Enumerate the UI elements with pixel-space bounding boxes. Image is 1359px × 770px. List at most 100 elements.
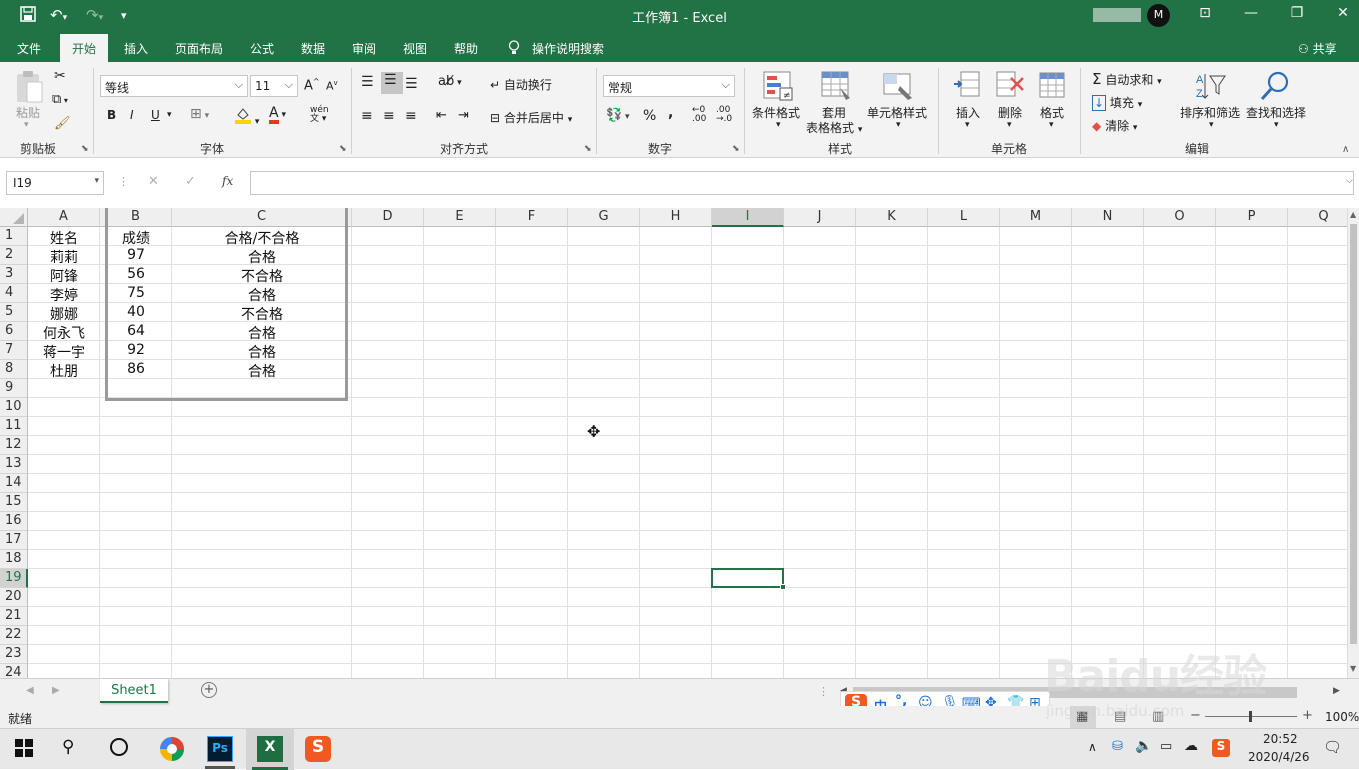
scroll-up-icon[interactable]: ▲	[1350, 210, 1356, 219]
number-format-combo[interactable]: 常规 ⌵	[603, 75, 735, 97]
cell-a7[interactable]: 蒋一宇	[28, 341, 100, 361]
windows-start-icon[interactable]	[15, 739, 33, 760]
confirm-entry-icon[interactable]: ✓	[185, 174, 196, 189]
wrap-text-button[interactable]: ↵ 自动换行	[490, 76, 552, 93]
row-header-13[interactable]: 13	[0, 455, 28, 474]
column-header-a[interactable]: A	[28, 208, 100, 227]
align-middle-icon[interactable]: ☰	[381, 72, 403, 94]
align-right-icon[interactable]: ≡	[405, 108, 417, 124]
row-header-11[interactable]: 11	[0, 417, 28, 436]
font-color-icon[interactable]: A ▾	[269, 106, 286, 124]
row-header-19[interactable]: 19	[0, 569, 28, 588]
underline-button[interactable]: U	[151, 108, 160, 122]
sheet-tab-sheet1[interactable]: Sheet1	[100, 679, 168, 703]
tab-help[interactable]: 帮助	[454, 40, 478, 57]
align-center-icon[interactable]: ≡	[383, 108, 395, 124]
column-header-d[interactable]: D	[352, 208, 424, 227]
row-header-4[interactable]: 4	[0, 284, 28, 303]
cell-a5[interactable]: 娜娜	[28, 303, 100, 323]
avatar[interactable]: M	[1147, 4, 1170, 27]
conditional-formatting-button[interactable]: 条件格式	[752, 104, 800, 121]
scrollbar-thumb[interactable]	[1350, 224, 1357, 644]
scroll-down-icon[interactable]: ▼	[1350, 664, 1356, 673]
tab-file[interactable]: 文件	[17, 40, 41, 57]
row-header-14[interactable]: 14	[0, 474, 28, 493]
page-break-preview-icon[interactable]: ▥	[1152, 709, 1164, 724]
orientation-icon[interactable]: ab̸ ▾	[438, 74, 462, 89]
cut-icon[interactable]: ✂	[54, 68, 66, 84]
increase-indent-icon[interactable]: ⇥	[458, 108, 469, 123]
tell-me-search[interactable]: 操作说明搜索	[532, 40, 604, 57]
tab-data[interactable]: 数据	[301, 40, 325, 57]
vertical-scrollbar[interactable]: ▲ ▼	[1347, 208, 1359, 678]
row-header-9[interactable]: 9	[0, 379, 28, 398]
row-header-12[interactable]: 12	[0, 436, 28, 455]
close-icon[interactable]: ✕	[1328, 5, 1358, 21]
column-header-i[interactable]: I	[712, 208, 784, 227]
format-painter-icon[interactable]: 🖌	[54, 116, 71, 131]
merge-center-button[interactable]: ⊟ 合并后居中 ▾	[490, 109, 572, 126]
cancel-entry-icon[interactable]: ✕	[148, 174, 159, 189]
row-header-6[interactable]: 6	[0, 322, 28, 341]
tab-insert[interactable]: 插入	[124, 40, 148, 57]
fill-handle[interactable]	[780, 584, 786, 590]
name-box[interactable]: I19 ▾	[6, 171, 104, 195]
column-header-n[interactable]: N	[1072, 208, 1144, 227]
volume-icon[interactable]: 🔈	[1135, 738, 1152, 754]
find-select-button[interactable]: 查找和选择	[1246, 104, 1306, 121]
sheet-tab-splitter-icon[interactable]: ⋮	[818, 685, 829, 698]
insert-function-button[interactable]: fx	[222, 174, 233, 188]
comma-style-button[interactable]: ,	[668, 105, 673, 121]
column-header-p[interactable]: P	[1216, 208, 1288, 227]
cloud-icon[interactable]: ☁	[1184, 738, 1198, 754]
sort-filter-button[interactable]: 排序和筛选	[1180, 104, 1240, 121]
number-launcher-icon[interactable]: ⬊	[732, 144, 740, 154]
row-header-8[interactable]: 8	[0, 360, 28, 379]
accounting-format-icon[interactable]: 💱 ▾	[606, 108, 630, 123]
cell-a2[interactable]: 莉莉	[28, 246, 100, 266]
column-header-h[interactable]: H	[640, 208, 712, 227]
percent-style-button[interactable]: %	[643, 108, 656, 124]
column-header-l[interactable]: L	[928, 208, 1000, 227]
excel-app-taskbar-button[interactable]: X	[246, 729, 294, 770]
cell-styles-button[interactable]: 单元格样式	[867, 104, 927, 121]
phonetic-guide-icon[interactable]: wén 文 ▾	[310, 106, 329, 124]
decrease-decimal-icon[interactable]: .00 →.0	[716, 106, 732, 124]
cell-a1[interactable]: 姓名	[28, 227, 100, 247]
tab-page-layout[interactable]: 页面布局	[175, 40, 223, 57]
borders-icon[interactable]: ⊞ ▾	[190, 106, 209, 122]
tab-home[interactable]: 开始	[60, 34, 109, 62]
network-tray-icon[interactable]: ⛁	[1112, 739, 1123, 754]
fill-color-icon[interactable]: ▾	[234, 106, 259, 128]
font-size-combo[interactable]: 11 ⌵	[250, 75, 298, 97]
row-header-23[interactable]: 23	[0, 645, 28, 664]
taskbar-search-icon[interactable]: ⚲	[62, 737, 74, 757]
align-bottom-icon[interactable]: ☰	[405, 76, 418, 92]
italic-button[interactable]: I	[130, 108, 134, 122]
format-cells-button[interactable]: 格式	[1040, 104, 1064, 121]
scroll-sheets-left-icon[interactable]: ◀	[26, 685, 34, 696]
format-as-table-button[interactable]: 表格格式 ▾	[806, 119, 862, 136]
row-header-2[interactable]: 2	[0, 246, 28, 265]
align-left-icon[interactable]: ≡	[361, 108, 373, 124]
row-header-16[interactable]: 16	[0, 512, 28, 531]
ribbon-display-options-icon[interactable]: ⊡	[1190, 5, 1220, 21]
expand-formula-bar-icon[interactable]: ⌵	[1346, 176, 1353, 186]
row-header-15[interactable]: 15	[0, 493, 28, 512]
underline-dropdown-icon[interactable]: ▾	[167, 110, 172, 120]
row-header-1[interactable]: 1	[0, 227, 28, 246]
row-header-7[interactable]: 7	[0, 341, 28, 360]
row-header-5[interactable]: 5	[0, 303, 28, 322]
clear-button[interactable]: ◆ 清除 ▾	[1092, 117, 1137, 134]
cell-a4[interactable]: 李婷	[28, 284, 100, 304]
fill-button[interactable]: ↓ 填充 ▾	[1092, 94, 1142, 111]
photoshop-app-icon[interactable]: Ps	[207, 736, 233, 762]
select-all-corner[interactable]	[0, 208, 28, 227]
column-header-m[interactable]: M	[1000, 208, 1072, 227]
decrease-font-size-icon[interactable]: Av	[326, 79, 338, 93]
zoom-slider-thumb[interactable]	[1249, 711, 1252, 722]
tab-view[interactable]: 视图	[403, 40, 427, 57]
zoom-out-icon[interactable]: −	[1190, 708, 1201, 723]
page-layout-view-icon[interactable]: ▤	[1114, 709, 1126, 724]
battery-icon[interactable]: ▭	[1160, 739, 1172, 754]
